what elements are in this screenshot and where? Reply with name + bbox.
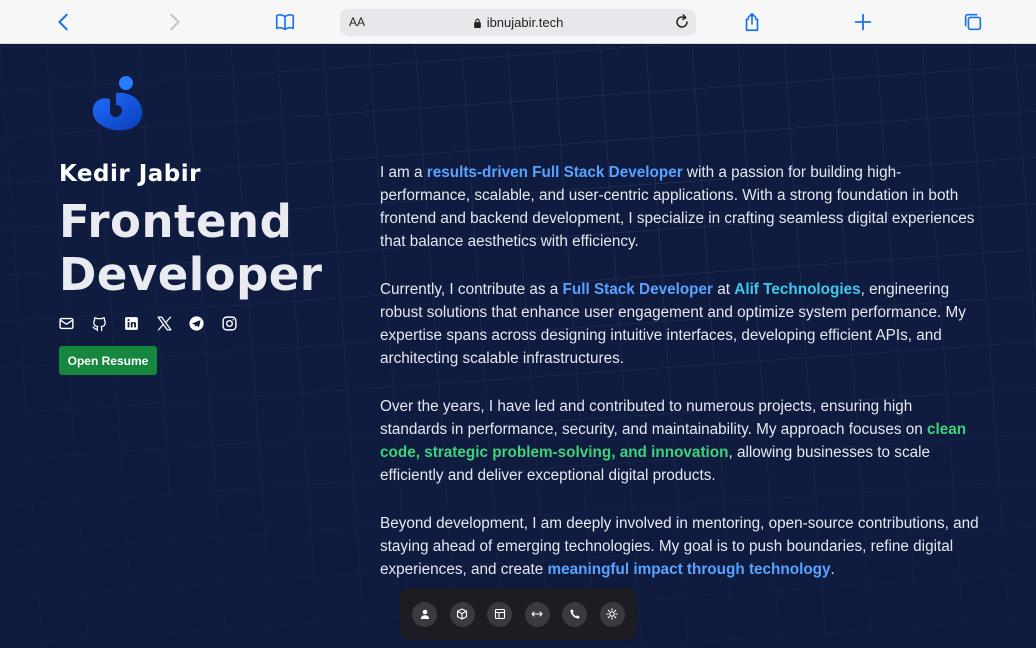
bio-text: Currently, I contribute as a — [380, 281, 563, 298]
share-button[interactable] — [738, 8, 766, 36]
url-text: ibnujabir.tech — [486, 15, 564, 30]
role-line-2: Developer — [59, 248, 323, 301]
bio-text: I am a — [380, 164, 427, 181]
github-icon — [91, 316, 106, 331]
share-icon — [745, 12, 759, 32]
dock-contact-button[interactable] — [562, 601, 587, 627]
linkedin-link[interactable] — [123, 313, 156, 333]
dock-theme-button[interactable] — [599, 601, 625, 627]
back-button[interactable] — [50, 8, 78, 36]
chevron-left-icon — [58, 13, 68, 31]
bookmarks-button[interactable] — [271, 8, 299, 36]
company-highlight: Alif Technologies — [734, 281, 861, 298]
dock-about-button[interactable] — [412, 601, 437, 627]
bio-highlight: Full Stack Developer — [562, 281, 713, 298]
instagram-link[interactable] — [221, 313, 254, 333]
bio-highlight: results-driven Full Stack Developer — [426, 164, 683, 181]
chevron-right-icon — [170, 13, 180, 31]
user-icon — [420, 609, 429, 619]
dock-code-button[interactable] — [524, 601, 550, 627]
lock-icon — [473, 18, 481, 28]
profile-name: Kedir Jabir — [59, 161, 201, 187]
telegram-link[interactable] — [188, 313, 221, 333]
browser-toolbar: AA ibnujabir.tech — [0, 0, 1036, 44]
social-links — [58, 313, 253, 333]
bio-text: . — [830, 561, 835, 578]
plus-icon — [854, 13, 872, 31]
book-icon — [275, 14, 295, 31]
layout-icon — [494, 608, 505, 620]
bio-paragraph-2: Currently, I contribute as a Full Stack … — [380, 278, 980, 370]
page-content: Kedir Jabir Frontend Developer Open Resu… — [0, 45, 1036, 648]
role-line-1: Frontend — [59, 195, 293, 248]
url-display[interactable]: ibnujabir.tech — [340, 15, 696, 30]
brand-logo — [92, 76, 143, 131]
sun-icon — [606, 608, 618, 620]
bio-paragraph-3: Over the years, I have led and contribut… — [380, 395, 980, 487]
tabs-icon — [964, 13, 982, 31]
bottom-dock — [400, 588, 637, 640]
telegram-icon — [189, 315, 204, 331]
bio-paragraph-4: Beyond development, I am deeply involved… — [380, 512, 980, 581]
profile-role: Frontend Developer — [59, 195, 323, 301]
dock-layout-button[interactable] — [487, 601, 512, 627]
open-resume-button[interactable]: Open Resume — [59, 346, 157, 375]
bio-text: Over the years, I have led and contribut… — [380, 398, 927, 438]
new-tab-button[interactable] — [849, 8, 877, 36]
address-bar[interactable]: AA ibnujabir.tech — [340, 9, 696, 36]
phone-icon — [569, 609, 580, 619]
github-link[interactable] — [91, 313, 124, 333]
email-link[interactable] — [58, 313, 91, 333]
x-icon — [156, 315, 172, 331]
dock-projects-button[interactable] — [449, 601, 475, 627]
forward-button[interactable] — [160, 8, 188, 36]
code-arrows-icon — [531, 611, 543, 617]
bio-section: I am a results-driven Full Stack Develop… — [380, 161, 980, 606]
mail-icon — [59, 317, 74, 329]
x-link[interactable] — [156, 313, 189, 333]
bio-text: at — [713, 281, 735, 298]
bio-highlight: meaningful impact through technology — [547, 561, 831, 578]
tabs-button[interactable] — [959, 8, 987, 36]
reload-icon[interactable] — [672, 12, 692, 32]
box-icon — [456, 608, 468, 620]
bio-paragraph-1: I am a results-driven Full Stack Develop… — [380, 161, 980, 253]
linkedin-icon — [125, 316, 138, 330]
instagram-icon — [221, 315, 237, 331]
